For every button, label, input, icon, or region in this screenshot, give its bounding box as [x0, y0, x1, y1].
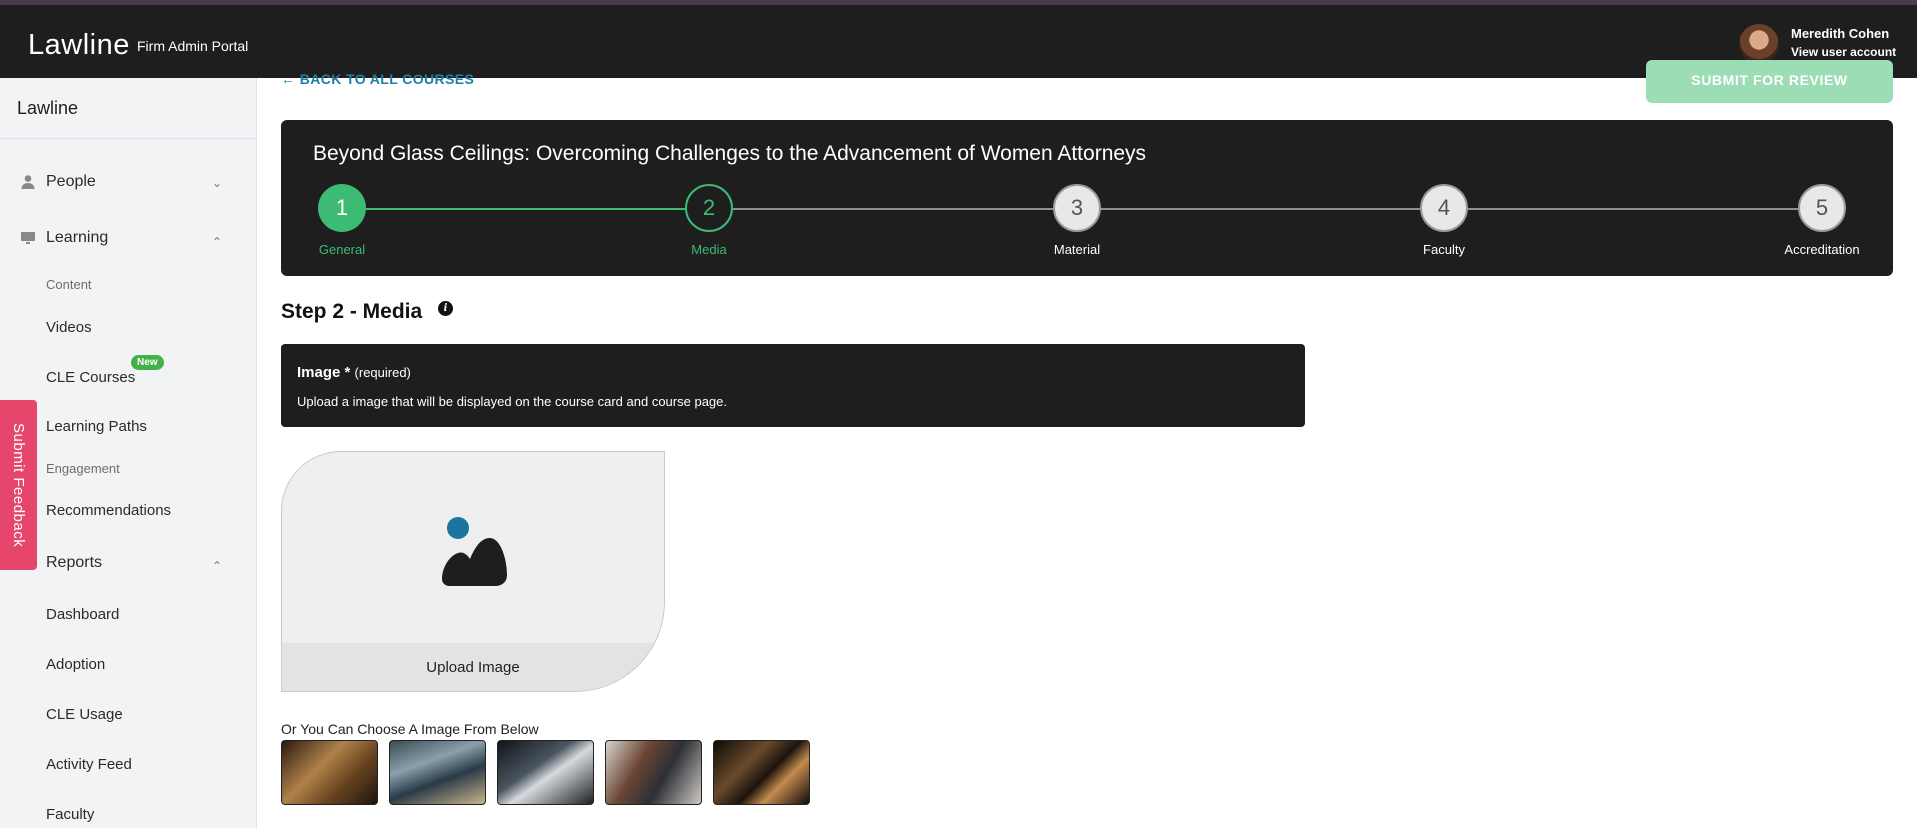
top-bar: Lawline Firm Admin Portal Meredith Cohen… [0, 5, 1917, 78]
submit-feedback-label: Submit Feedback [10, 422, 27, 548]
stock-image-thumbnail-3[interactable] [497, 740, 594, 805]
upload-image-dropzone[interactable]: Upload Image [281, 451, 665, 692]
new-badge: New [131, 355, 164, 370]
step-2-circle[interactable]: 2 [685, 184, 733, 232]
sidebar-divider [0, 138, 256, 139]
stock-image-thumbnail-1[interactable] [281, 740, 378, 805]
sidebar-item-cle-courses[interactable]: CLE Courses [46, 369, 135, 386]
image-section-description: Upload a image that will be displayed on… [297, 394, 727, 409]
step-4-circle[interactable]: 4 [1420, 184, 1468, 232]
course-header-card: Beyond Glass Ceilings: Overcoming Challe… [281, 120, 1893, 276]
stock-image-thumbnail-2[interactable] [389, 740, 486, 805]
step-number: 3 [1070, 195, 1084, 220]
step-3-label: Material [1053, 242, 1101, 257]
step-5-label: Accreditation [1784, 242, 1860, 257]
info-icon[interactable]: i [438, 301, 453, 316]
sidebar-section-label: Learning [46, 229, 109, 246]
arrow-left-icon: ← [281, 71, 296, 87]
chevron-up-icon[interactable]: ⌃ [212, 235, 222, 249]
step-number: 5 [1815, 195, 1829, 220]
sidebar-section-label: Reports [46, 554, 103, 571]
required-label: (required) [354, 365, 411, 380]
sidebar-item-learning-paths[interactable]: Learning Paths [46, 418, 147, 435]
sidebar-section-people[interactable]: People [20, 173, 96, 191]
upload-image-label: Upload Image [426, 659, 520, 676]
step-1-label: General [318, 242, 366, 257]
sidebar-group-engagement: Engagement [46, 461, 120, 476]
submit-feedback-tab[interactable]: Submit Feedback [0, 400, 37, 570]
chevron-down-icon[interactable]: ⌄ [212, 176, 222, 190]
stock-image-thumbnail-5[interactable] [713, 740, 810, 805]
view-user-account-link[interactable]: View user account [1791, 45, 1896, 59]
step-1-circle[interactable]: 1 [318, 184, 366, 232]
image-section-title: Image * (required) [297, 364, 411, 381]
step-number: 1 [335, 195, 349, 220]
step-number: 4 [1437, 195, 1451, 220]
back-to-all-courses-link[interactable]: ← BACK TO ALL COURSES [281, 71, 474, 87]
portal-name: Firm Admin Portal [137, 38, 249, 54]
stepper-line-pending [696, 208, 1822, 210]
step-heading: Step 2 - Media [281, 300, 423, 323]
stock-image-thumbnail-4[interactable] [605, 740, 702, 805]
image-title: Image * [297, 364, 351, 381]
sidebar: Lawline People ⌄ Learning ⌃ Content Vide… [0, 78, 257, 828]
step-4-label: Faculty [1423, 242, 1465, 257]
user-avatar[interactable] [1739, 24, 1779, 64]
sidebar-item-dashboard[interactable]: Dashboard [46, 606, 119, 623]
stepper-line-complete [329, 208, 696, 210]
image-requirement-box: Image * (required) Upload a image that w… [281, 344, 1305, 427]
monitor-icon [21, 232, 35, 244]
sidebar-group-content: Content [46, 277, 92, 292]
user-name[interactable]: Meredith Cohen [1791, 26, 1889, 41]
sidebar-section-reports[interactable]: Reports [46, 554, 102, 572]
person-icon [21, 175, 35, 189]
sidebar-brand: Lawline [17, 98, 79, 118]
image-placeholder-icon [442, 517, 507, 586]
sidebar-section-learning[interactable]: Learning [20, 229, 108, 247]
choose-image-text: Or You Can Choose A Image From Below [281, 721, 539, 737]
sidebar-item-adoption[interactable]: Adoption [46, 656, 105, 673]
sidebar-item-faculty[interactable]: Faculty [46, 806, 94, 823]
lawline-logo[interactable]: Lawline [28, 29, 130, 62]
sidebar-item-videos[interactable]: Videos [46, 319, 92, 336]
step-3-circle[interactable]: 3 [1053, 184, 1101, 232]
sidebar-item-activity-feed[interactable]: Activity Feed [46, 756, 132, 773]
sidebar-item-cle-usage[interactable]: CLE Usage [46, 706, 123, 723]
sidebar-section-label: People [46, 173, 96, 190]
chevron-up-icon[interactable]: ⌃ [212, 559, 222, 573]
sidebar-item-recommendations[interactable]: Recommendations [46, 502, 171, 519]
back-link-label: BACK TO ALL COURSES [299, 71, 475, 87]
submit-for-review-button[interactable]: SUBMIT FOR REVIEW [1646, 60, 1893, 103]
step-5-circle[interactable]: 5 [1798, 184, 1846, 232]
step-2-label: Media [691, 242, 727, 257]
course-title: Beyond Glass Ceilings: Overcoming Challe… [313, 142, 1147, 165]
step-number: 2 [702, 195, 716, 220]
